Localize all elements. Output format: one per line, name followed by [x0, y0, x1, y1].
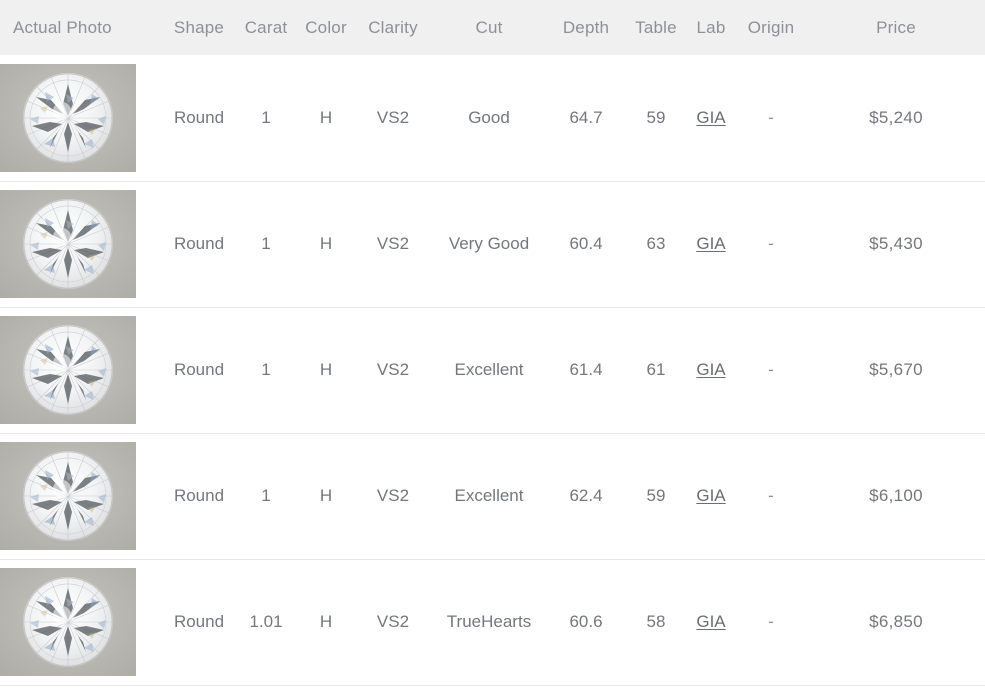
diamond-photo[interactable] — [0, 568, 136, 676]
cell-shape: Round — [173, 360, 225, 379]
table-row[interactable]: Round 1 H VS2 Excellent 61.4 61 GIA - $5,670 — [0, 307, 985, 433]
cell-lab: GIA — [687, 55, 735, 181]
column-header-carat[interactable]: Carat — [235, 0, 297, 55]
lab-certificate-link[interactable]: GIA — [696, 486, 725, 505]
diamond-photo[interactable] — [0, 63, 136, 172]
diamond-photo-cell[interactable] — [0, 433, 163, 559]
diamond-photo-cell[interactable] — [0, 55, 163, 181]
cell-carat: 1.01 — [249, 612, 283, 631]
diamond-photo[interactable] — [0, 190, 136, 298]
cell-carat: 1 — [261, 234, 271, 253]
origin-value: - — [768, 360, 774, 379]
cell-color: H — [319, 234, 333, 253]
column-header-price[interactable]: Price — [807, 0, 985, 55]
cell-table: 61 — [646, 360, 666, 379]
cell-color: H — [319, 107, 333, 127]
cell-price: $6,100 — [869, 486, 923, 505]
origin-value: - — [768, 612, 774, 631]
cell-origin: - — [735, 559, 807, 685]
diamond-photo-cell[interactable] — [0, 307, 163, 433]
cell-depth: 60.4 — [569, 234, 603, 253]
diamond-photo[interactable] — [0, 316, 136, 424]
table-row[interactable]: Round 1 H VS2 Good 64.7 59 GIA - $5,240 — [0, 55, 985, 181]
cell-color: H — [319, 360, 333, 379]
cell-color: H — [319, 486, 333, 505]
lab-certificate-link[interactable]: GIA — [696, 234, 725, 253]
cell-clarity: VS2 — [376, 486, 410, 505]
cell-cut: Very Good — [448, 234, 530, 253]
cell-carat: 1 — [261, 486, 271, 505]
cell-origin: - — [735, 181, 807, 307]
cell-lab: GIA — [687, 181, 735, 307]
lab-certificate-link[interactable]: GIA — [696, 108, 725, 127]
cell-cut: Excellent — [454, 360, 524, 379]
cell-depth: 60.6 — [569, 612, 603, 631]
cell-depth: 64.7 — [569, 107, 603, 127]
column-header-lab[interactable]: Lab — [687, 0, 735, 55]
cell-cut: TrueHearts — [446, 612, 532, 631]
column-header-table[interactable]: Table — [625, 0, 687, 55]
cell-clarity: VS2 — [376, 107, 410, 127]
cell-clarity: VS2 — [376, 234, 410, 253]
cell-shape: Round — [173, 486, 225, 505]
cell-table: 63 — [646, 234, 666, 253]
diamond-photo-cell[interactable] — [0, 559, 163, 685]
table-row[interactable]: Round 1.01 H VS2 TrueHearts 60.6 58 GIA - $6,850 — [0, 559, 985, 685]
cell-clarity: VS2 — [376, 612, 410, 631]
cell-depth: 61.4 — [569, 360, 603, 379]
cell-price: $5,240 — [869, 107, 923, 127]
column-header-cut[interactable]: Cut — [431, 0, 547, 55]
cell-shape: Round — [173, 612, 225, 631]
table-row[interactable]: Round 1 H VS2 Very Good 60.4 63 GIA - $5,430 — [0, 181, 985, 307]
cell-lab: GIA — [687, 307, 735, 433]
cell-origin: - — [735, 55, 807, 181]
cell-color: H — [319, 612, 333, 631]
cell-shape: Round — [173, 107, 225, 127]
diamond-comparison-table: Actual Photo Shape Carat Color Clarity C… — [0, 0, 985, 686]
cell-cut: Excellent — [454, 486, 524, 505]
cell-table: 59 — [646, 107, 666, 127]
column-header-photo[interactable]: Actual Photo — [0, 0, 163, 55]
diamond-photo[interactable] — [0, 442, 136, 550]
diamond-photo-cell[interactable] — [0, 181, 163, 307]
cell-table: 58 — [646, 612, 666, 631]
cell-price: $5,670 — [869, 360, 923, 379]
cell-depth: 62.4 — [569, 486, 603, 505]
column-header-clarity[interactable]: Clarity — [355, 0, 431, 55]
cell-price: $5,430 — [869, 234, 923, 253]
table-row[interactable]: Round 1 H VS2 Excellent 62.4 59 GIA - $6,100 — [0, 433, 985, 559]
column-header-depth[interactable]: Depth — [547, 0, 625, 55]
cell-cut: Good — [468, 107, 510, 127]
lab-certificate-link[interactable]: GIA — [696, 612, 725, 631]
lab-certificate-link[interactable]: GIA — [696, 360, 725, 379]
cell-lab: GIA — [687, 433, 735, 559]
cell-carat: 1 — [261, 107, 271, 127]
column-header-shape[interactable]: Shape — [163, 0, 235, 55]
cell-lab: GIA — [687, 559, 735, 685]
cell-origin: - — [735, 433, 807, 559]
cell-shape: Round — [173, 234, 225, 253]
origin-value: - — [768, 107, 774, 127]
origin-value: - — [768, 486, 774, 505]
cell-clarity: VS2 — [376, 360, 410, 379]
cell-carat: 1 — [261, 360, 271, 379]
cell-origin: - — [735, 307, 807, 433]
cell-table: 59 — [646, 486, 666, 505]
column-header-color[interactable]: Color — [297, 0, 355, 55]
header-row: Actual Photo Shape Carat Color Clarity C… — [0, 0, 985, 55]
column-header-origin[interactable]: Origin — [735, 0, 807, 55]
cell-price: $6,850 — [869, 612, 923, 631]
table-body: Round 1 H VS2 Good 64.7 59 GIA - $5,240 — [0, 55, 985, 685]
origin-value: - — [768, 234, 774, 253]
table-header: Actual Photo Shape Carat Color Clarity C… — [0, 0, 985, 55]
